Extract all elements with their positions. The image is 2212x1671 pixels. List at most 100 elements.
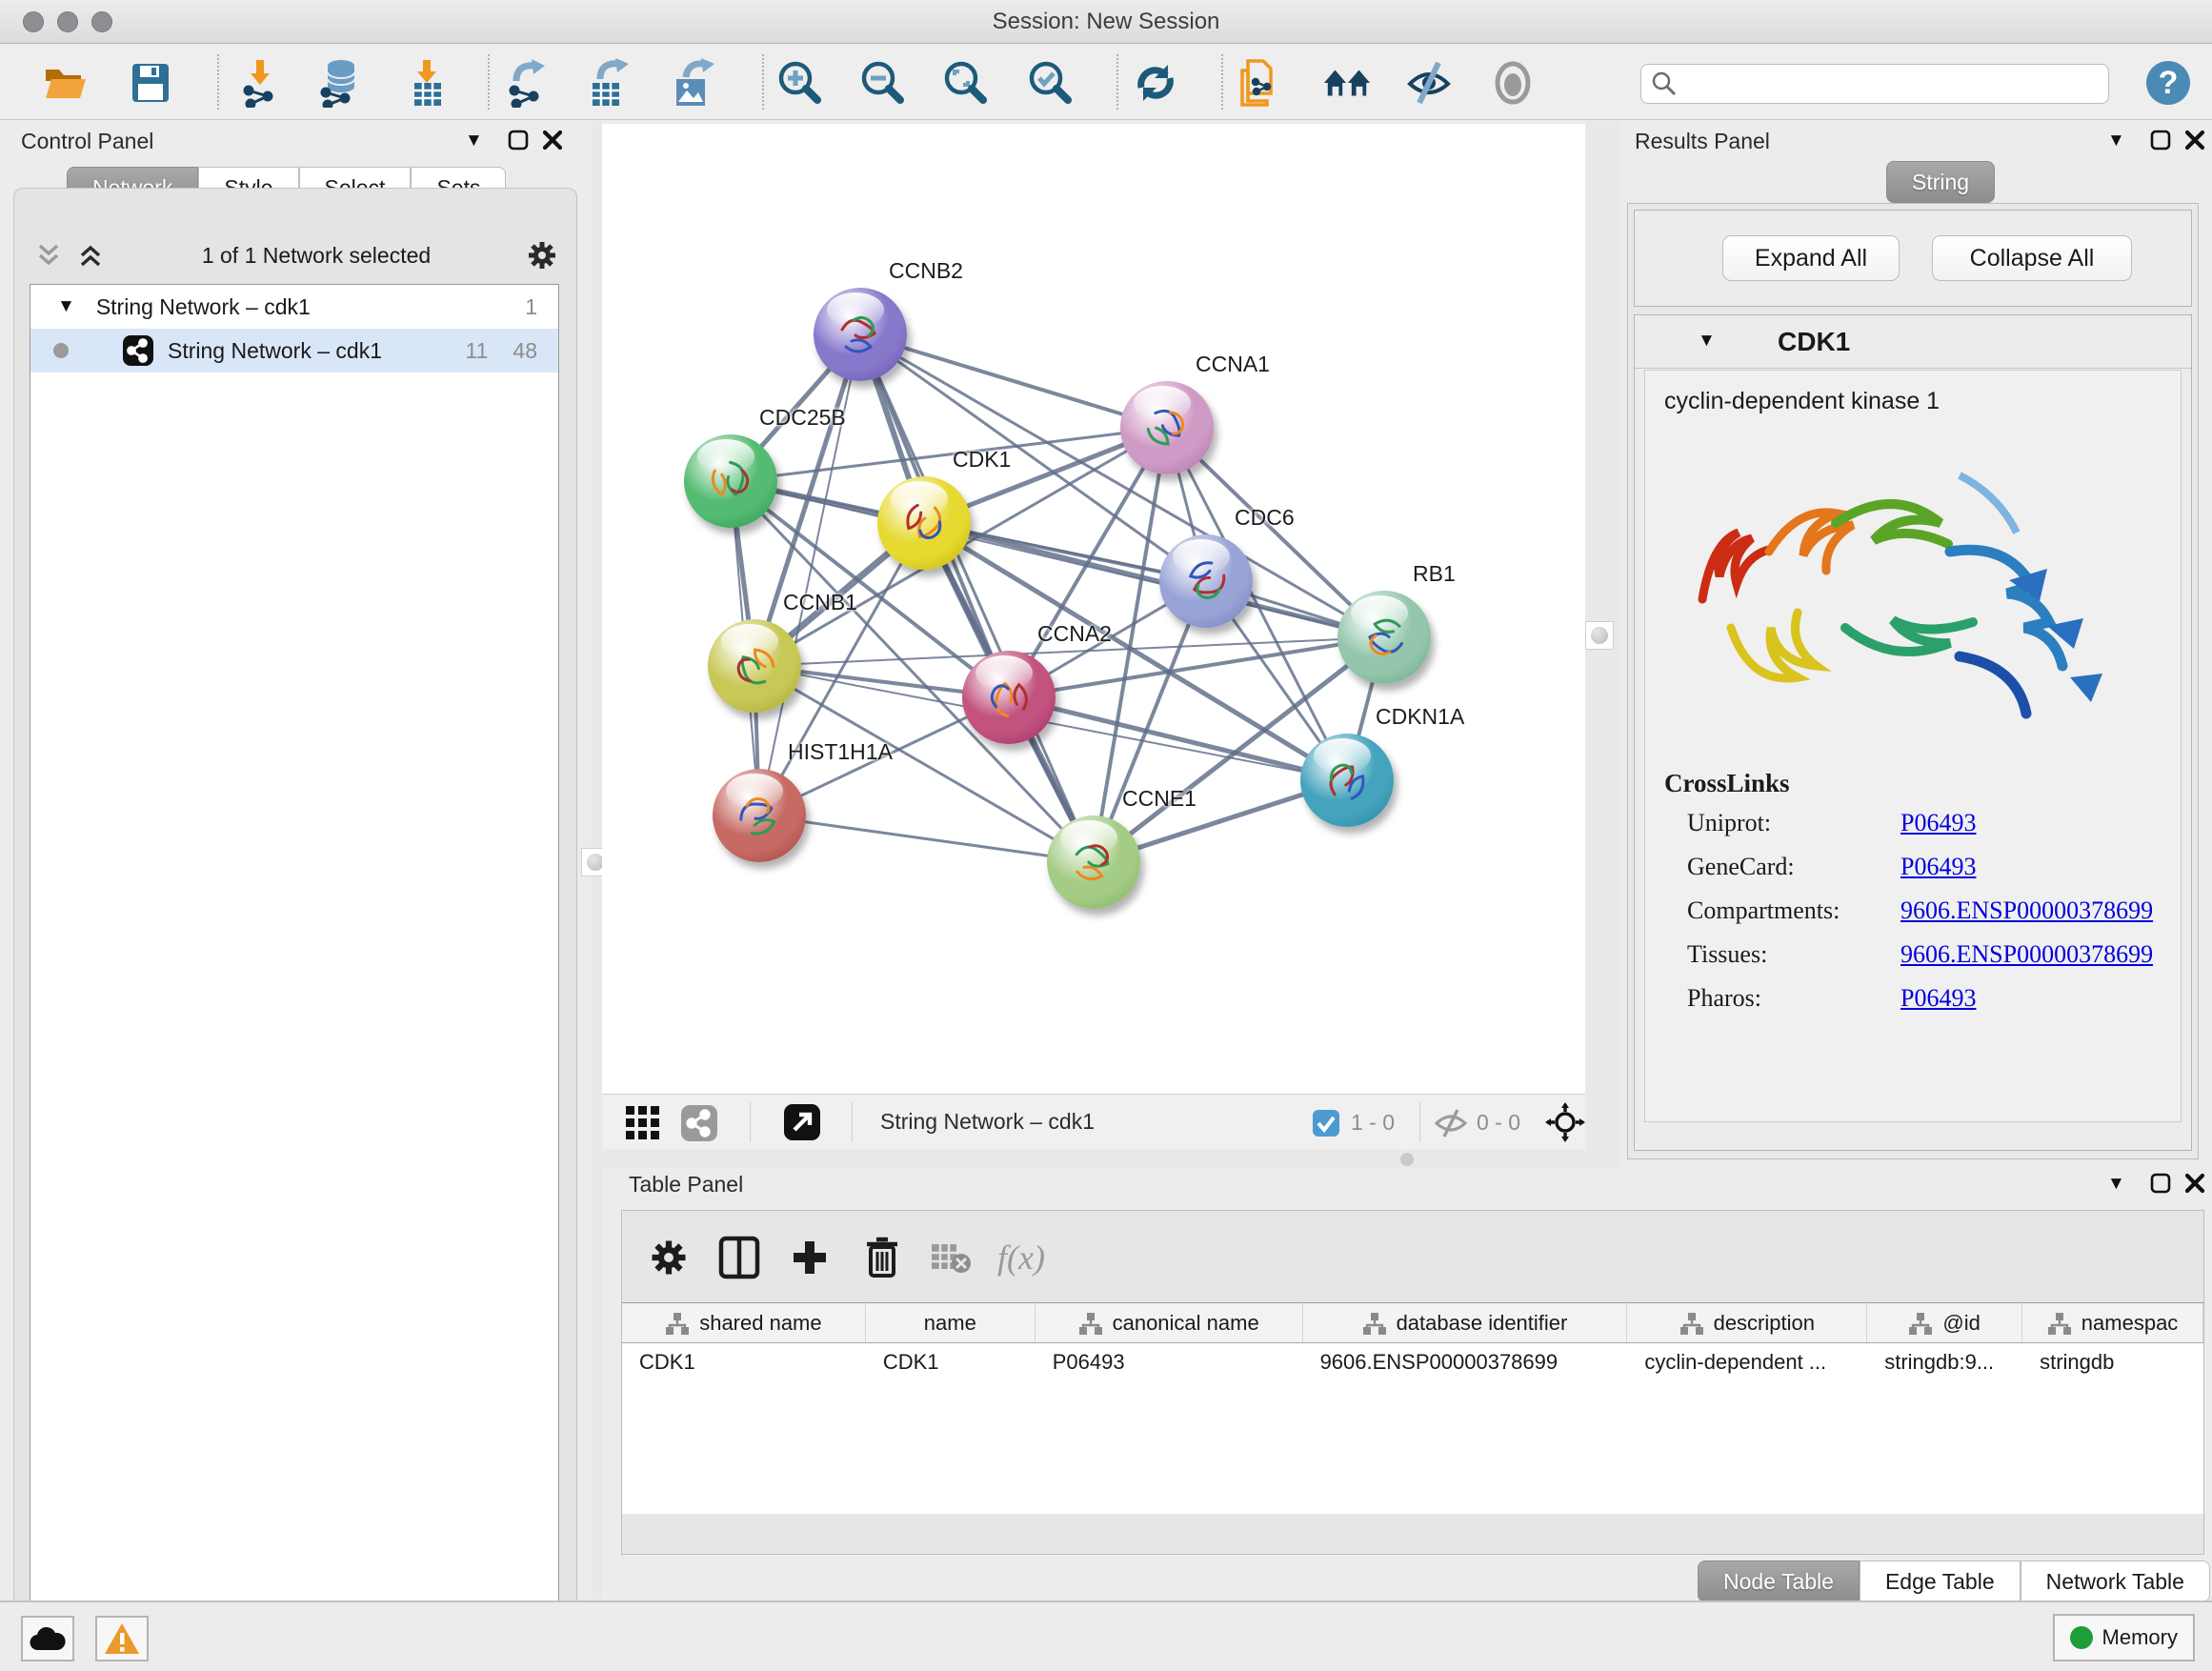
memory-button[interactable]: Memory: [2053, 1614, 2195, 1661]
import-network-file-button[interactable]: [234, 58, 284, 108]
tab-edge-table[interactable]: Edge Table: [1860, 1560, 2021, 1602]
export-network-button[interactable]: [503, 58, 553, 108]
table-settings-button[interactable]: [643, 1232, 694, 1283]
tab-node-table[interactable]: Node Table: [1698, 1560, 1860, 1602]
network-node-ccna1[interactable]: [1120, 381, 1214, 474]
collapse-all-button[interactable]: Collapse All: [1932, 235, 2132, 281]
column-header-name[interactable]: name: [866, 1303, 1036, 1342]
table-panel: Table Panel ▼ f(x) shared name: [602, 1168, 2212, 1601]
tab-network-table[interactable]: Network Table: [2021, 1560, 2210, 1602]
network-share-icon[interactable]: [680, 1104, 718, 1142]
string-network-icon: [122, 334, 154, 367]
grid-mode-icon[interactable]: [625, 1105, 661, 1141]
open-session-button[interactable]: [40, 58, 90, 108]
collapse-all-icon[interactable]: [35, 242, 64, 269]
network-node-cdk1[interactable]: [877, 476, 971, 570]
function-builder-button[interactable]: f(x): [995, 1232, 1047, 1283]
network-node-rb1[interactable]: [1337, 591, 1431, 684]
network-node-ccnb2[interactable]: [814, 288, 907, 381]
crosslink-link[interactable]: P06493: [1900, 809, 1976, 837]
zoom-selected-button[interactable]: [1026, 58, 1076, 108]
table-panel-float-button[interactable]: ▼: [2107, 1174, 2125, 1195]
table-cell[interactable]: stringdb:9...: [1867, 1343, 2022, 1381]
network-row[interactable]: String Network – cdk1 11 48: [30, 329, 558, 372]
network-node-ccna2[interactable]: [962, 651, 1056, 744]
table-cell[interactable]: cyclin-dependent ...: [1627, 1343, 1867, 1381]
export-table-button[interactable]: [583, 58, 633, 108]
left-splitter[interactable]: [591, 121, 602, 1601]
table-cell[interactable]: P06493: [1036, 1343, 1303, 1381]
zoom-in-button[interactable]: [775, 58, 825, 108]
table-cell[interactable]: CDK1: [622, 1343, 866, 1381]
table-cell[interactable]: CDK1: [866, 1343, 1036, 1381]
network-collection-row[interactable]: ▼ String Network – cdk1 1: [30, 285, 558, 329]
gene-collapse-icon[interactable]: ▼: [1698, 331, 1716, 352]
results-panel-float-button[interactable]: ▼: [2107, 131, 2125, 151]
crosslink-link[interactable]: P06493: [1900, 853, 1976, 881]
results-tab-string[interactable]: String: [1886, 161, 1995, 203]
expand-all-button[interactable]: Expand All: [1722, 235, 1900, 281]
table-panel-maximize-button[interactable]: [2149, 1172, 2172, 1195]
node-label-ccne1: CCNE1: [1122, 786, 1196, 812]
table-cell[interactable]: stringdb: [2022, 1343, 2203, 1381]
column-header-namespac[interactable]: namespac: [2022, 1303, 2203, 1342]
network-canvas[interactable]: CCNB2CCNA1CDC25BCDK1CDC6RB1CCNB1CCNA2CDK…: [602, 124, 1585, 1094]
search-input[interactable]: [1685, 71, 2108, 96]
results-panel-close-button[interactable]: [2183, 129, 2206, 151]
expand-all-icon[interactable]: [77, 242, 106, 269]
import-network-database-button[interactable]: [314, 58, 364, 108]
results-panel-maximize-button[interactable]: [2149, 129, 2172, 151]
column-header-database-identifier[interactable]: database identifier: [1303, 1303, 1628, 1342]
gene-header-row[interactable]: ▼ CDK1: [1635, 315, 2191, 369]
control-panel-maximize-button[interactable]: [507, 129, 530, 151]
selected-checkbox-icon[interactable]: [1312, 1109, 1340, 1137]
network-options-gear-icon[interactable]: [527, 240, 557, 271]
control-panel-float-button[interactable]: ▼: [465, 131, 483, 151]
network-node-cdc6[interactable]: [1159, 534, 1253, 628]
zoom-fit-button[interactable]: [941, 58, 991, 108]
memory-status-dot-icon: [2070, 1626, 2093, 1649]
table-panel-close-button[interactable]: [2183, 1172, 2206, 1195]
table-row[interactable]: CDK1CDK1P064939606.ENSP00000378699cyclin…: [622, 1343, 2203, 1381]
network-node-ccne1[interactable]: [1047, 815, 1140, 909]
show-columns-button[interactable]: [714, 1232, 765, 1283]
cloud-status-button[interactable]: [21, 1616, 74, 1661]
column-header-canonical-name[interactable]: canonical name: [1036, 1303, 1303, 1342]
network-node-cdkn1a[interactable]: [1300, 734, 1394, 827]
export-image-button[interactable]: [667, 58, 716, 108]
hide-selected-button[interactable]: [1404, 58, 1454, 108]
crosslink-link[interactable]: P06493: [1900, 984, 1976, 1013]
control-panel-close-button[interactable]: [541, 129, 564, 151]
table-panel-body: f(x) shared namenamecanonical namedataba…: [621, 1210, 2204, 1555]
zoom-out-button[interactable]: [858, 58, 908, 108]
network-node-ccnb1[interactable]: [708, 619, 801, 713]
add-column-button[interactable]: [784, 1232, 835, 1283]
collection-expand-icon[interactable]: ▼: [57, 296, 75, 317]
duplicate-network-button[interactable]: [1235, 58, 1284, 108]
crosslink-link[interactable]: 9606.ENSP00000378699: [1900, 896, 2153, 925]
open-view-window-icon[interactable]: [783, 1103, 821, 1141]
fit-content-crosshair-icon[interactable]: [1545, 1102, 1585, 1142]
help-button[interactable]: ?: [2143, 58, 2193, 108]
column-header-shared-name[interactable]: shared name: [622, 1303, 866, 1342]
network-node-hist1h1a[interactable]: [713, 769, 806, 862]
save-session-button[interactable]: [126, 58, 175, 108]
crosslink-link[interactable]: 9606.ENSP00000378699: [1900, 940, 2153, 969]
right-splitter-handle[interactable]: [1585, 621, 1614, 650]
results-panel-title: Results Panel: [1635, 129, 1770, 154]
network-node-cdc25b[interactable]: [684, 434, 777, 528]
import-table-button[interactable]: [402, 58, 452, 108]
warning-status-button[interactable]: [95, 1616, 149, 1661]
crosslink-label: Pharos:: [1687, 984, 1761, 1013]
node-table: shared namenamecanonical namedatabase id…: [622, 1302, 2203, 1514]
column-header-description[interactable]: description: [1627, 1303, 1867, 1342]
table-cell[interactable]: 9606.ENSP00000378699: [1303, 1343, 1628, 1381]
protein-structure-thumbnail: [955, 643, 1064, 753]
column-header-@id[interactable]: @id: [1867, 1303, 2022, 1342]
show-all-button[interactable]: [1488, 58, 1538, 108]
right-splitter[interactable]: [1585, 121, 1619, 1168]
delete-column-button[interactable]: [856, 1232, 908, 1283]
refresh-button[interactable]: [1131, 58, 1180, 108]
first-neighbors-button[interactable]: [1322, 58, 1372, 108]
delete-table-button[interactable]: [925, 1232, 976, 1283]
